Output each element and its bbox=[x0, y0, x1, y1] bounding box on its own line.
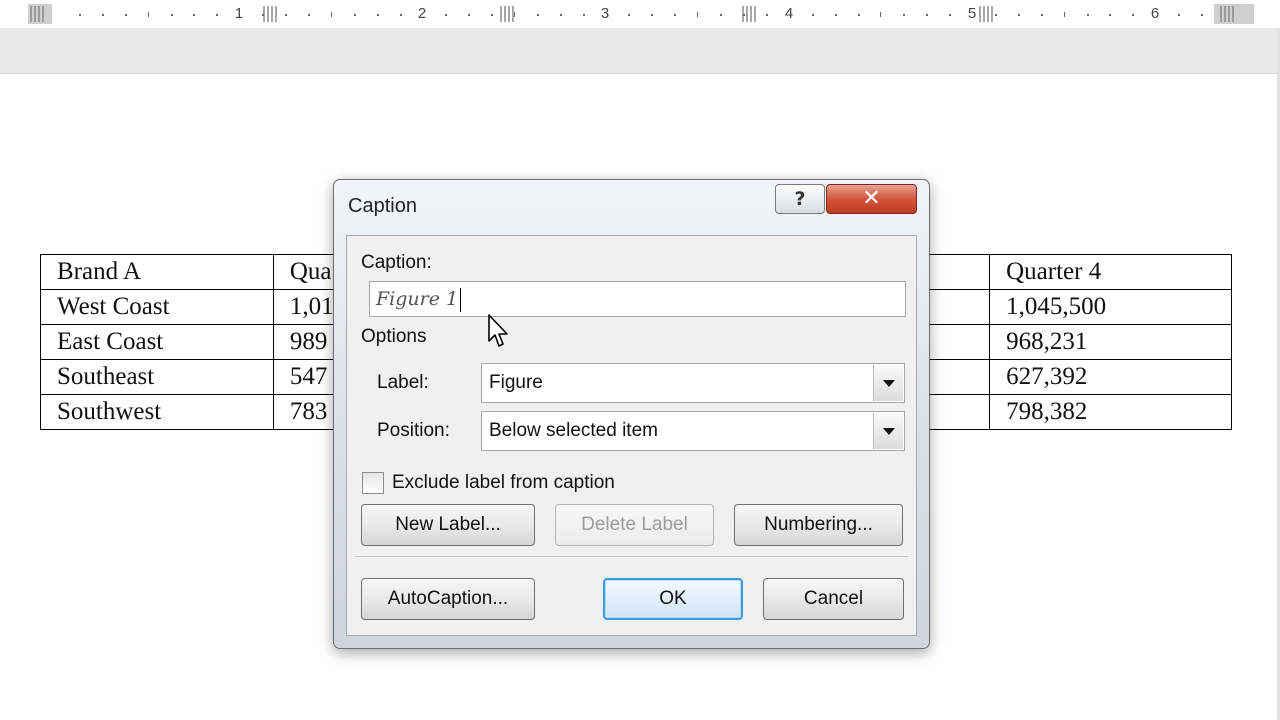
ruler-band bbox=[0, 28, 1280, 74]
ruler-dot bbox=[1041, 14, 1043, 16]
ruler-dot bbox=[903, 14, 905, 16]
ruler-dot bbox=[651, 14, 653, 16]
table-cell[interactable]: 1,045,500 bbox=[989, 289, 1232, 325]
dialog-title: Caption bbox=[348, 195, 417, 217]
close-button[interactable]: ✕ bbox=[826, 184, 917, 214]
caption-dialog: Caption ? ✕ Caption: Figure 1 Options La… bbox=[333, 179, 930, 649]
help-button[interactable]: ? bbox=[775, 184, 825, 214]
ruler-dot bbox=[926, 14, 928, 16]
dialog-body: Caption: Figure 1 Options Label: Figure … bbox=[346, 235, 917, 636]
ruler-dot bbox=[1178, 14, 1180, 16]
ruler-dot bbox=[1201, 14, 1203, 16]
new-label-button[interactable]: New Label... bbox=[361, 504, 535, 546]
label-select-value: Figure bbox=[489, 372, 543, 393]
table-cell[interactable]: 968,231 bbox=[989, 324, 1232, 360]
ruler-dot bbox=[720, 14, 722, 16]
table-cell[interactable]: Southeast bbox=[40, 359, 274, 395]
chevron-down-icon[interactable] bbox=[873, 413, 903, 449]
mouse-pointer-icon bbox=[488, 314, 508, 347]
ruler-dot bbox=[308, 14, 310, 16]
ruler-dot bbox=[674, 14, 676, 16]
ruler-dot bbox=[583, 14, 585, 16]
ruler-number: 1 bbox=[234, 5, 244, 22]
ruler-column-marker[interactable] bbox=[979, 6, 995, 22]
table-cell[interactable]: 798,382 bbox=[989, 394, 1232, 430]
position-select-value: Below selected item bbox=[489, 420, 658, 441]
ruler-dot bbox=[1132, 14, 1134, 16]
table-cell[interactable]: Quarter 4 bbox=[989, 254, 1232, 290]
help-icon: ? bbox=[794, 188, 806, 210]
ruler-dot bbox=[628, 14, 630, 16]
ruler-dot bbox=[1109, 14, 1111, 16]
ok-button[interactable]: OK bbox=[603, 578, 743, 620]
caption-input-value: Figure 1 bbox=[376, 288, 459, 310]
ruler-dot bbox=[743, 14, 745, 16]
ruler-half-tick bbox=[331, 12, 332, 17]
ruler-half-tick bbox=[148, 12, 149, 17]
autocaption-button[interactable]: AutoCaption... bbox=[361, 578, 535, 620]
ruler-dot bbox=[835, 14, 837, 16]
ruler-number: 4 bbox=[784, 5, 794, 22]
ruler-dot bbox=[812, 14, 814, 16]
close-icon: ✕ bbox=[862, 186, 881, 211]
ruler-dot bbox=[102, 14, 104, 16]
table-cell[interactable]: 627,392 bbox=[989, 359, 1232, 395]
ruler-dot bbox=[1087, 14, 1089, 16]
text-caret bbox=[460, 288, 462, 312]
ruler-dot bbox=[125, 14, 127, 16]
ruler-dot bbox=[766, 14, 768, 16]
ruler-dot bbox=[193, 14, 195, 16]
label-field-label: Label: bbox=[377, 372, 429, 393]
ruler-indent-marker[interactable] bbox=[30, 6, 46, 22]
ruler-dot bbox=[468, 14, 470, 16]
ruler-dot bbox=[858, 14, 860, 16]
exclude-label-text[interactable]: Exclude label from caption bbox=[392, 472, 615, 494]
ruler-dot bbox=[995, 14, 997, 16]
ruler-number: 3 bbox=[600, 5, 610, 22]
chevron-down-icon[interactable] bbox=[873, 365, 903, 401]
ruler-dot bbox=[285, 14, 287, 16]
ruler-column-marker[interactable] bbox=[263, 6, 279, 22]
table-cell[interactable]: Southwest bbox=[40, 394, 274, 430]
ruler-dot bbox=[171, 14, 173, 16]
table-cell[interactable]: East Coast bbox=[40, 324, 274, 360]
ruler-number: 6 bbox=[1150, 5, 1160, 22]
dialog-divider bbox=[355, 556, 908, 557]
label-select[interactable]: Figure bbox=[481, 363, 905, 403]
table-cell[interactable]: West Coast bbox=[40, 289, 274, 325]
table-cell[interactable]: Brand A bbox=[40, 254, 274, 290]
ruler-number: 2 bbox=[417, 5, 427, 22]
ruler-half-tick bbox=[1064, 12, 1065, 17]
ruler-dot bbox=[216, 14, 218, 16]
delete-label-button: Delete Label bbox=[555, 504, 714, 546]
horizontal-ruler[interactable]: 1 2 3 4 5 6 bbox=[0, 0, 1280, 29]
ruler-dot bbox=[537, 14, 539, 16]
ruler-dot bbox=[377, 14, 379, 16]
ruler-dot bbox=[491, 14, 493, 16]
ruler-half-tick bbox=[514, 12, 515, 17]
ruler-dot bbox=[560, 14, 562, 16]
ruler-dot bbox=[79, 14, 81, 16]
ruler-dot bbox=[445, 14, 447, 16]
cancel-button[interactable]: Cancel bbox=[763, 578, 904, 620]
caption-input[interactable]: Figure 1 bbox=[369, 281, 906, 317]
position-field-label: Position: bbox=[377, 420, 450, 441]
position-select[interactable]: Below selected item bbox=[481, 411, 905, 451]
ruler-number: 5 bbox=[967, 5, 977, 22]
ruler-dot bbox=[1018, 14, 1020, 16]
ruler-dot bbox=[354, 14, 356, 16]
exclude-label-checkbox[interactable] bbox=[362, 472, 384, 494]
options-group-label: Options bbox=[361, 326, 427, 347]
ruler-half-tick bbox=[697, 12, 698, 17]
ruler-dot bbox=[400, 14, 402, 16]
caption-label: Caption: bbox=[361, 252, 432, 273]
ruler-dot bbox=[949, 14, 951, 16]
ruler-half-tick bbox=[880, 12, 881, 17]
ruler-column-marker[interactable] bbox=[1220, 6, 1236, 22]
ruler-dot bbox=[262, 14, 264, 16]
numbering-button[interactable]: Numbering... bbox=[734, 504, 903, 546]
